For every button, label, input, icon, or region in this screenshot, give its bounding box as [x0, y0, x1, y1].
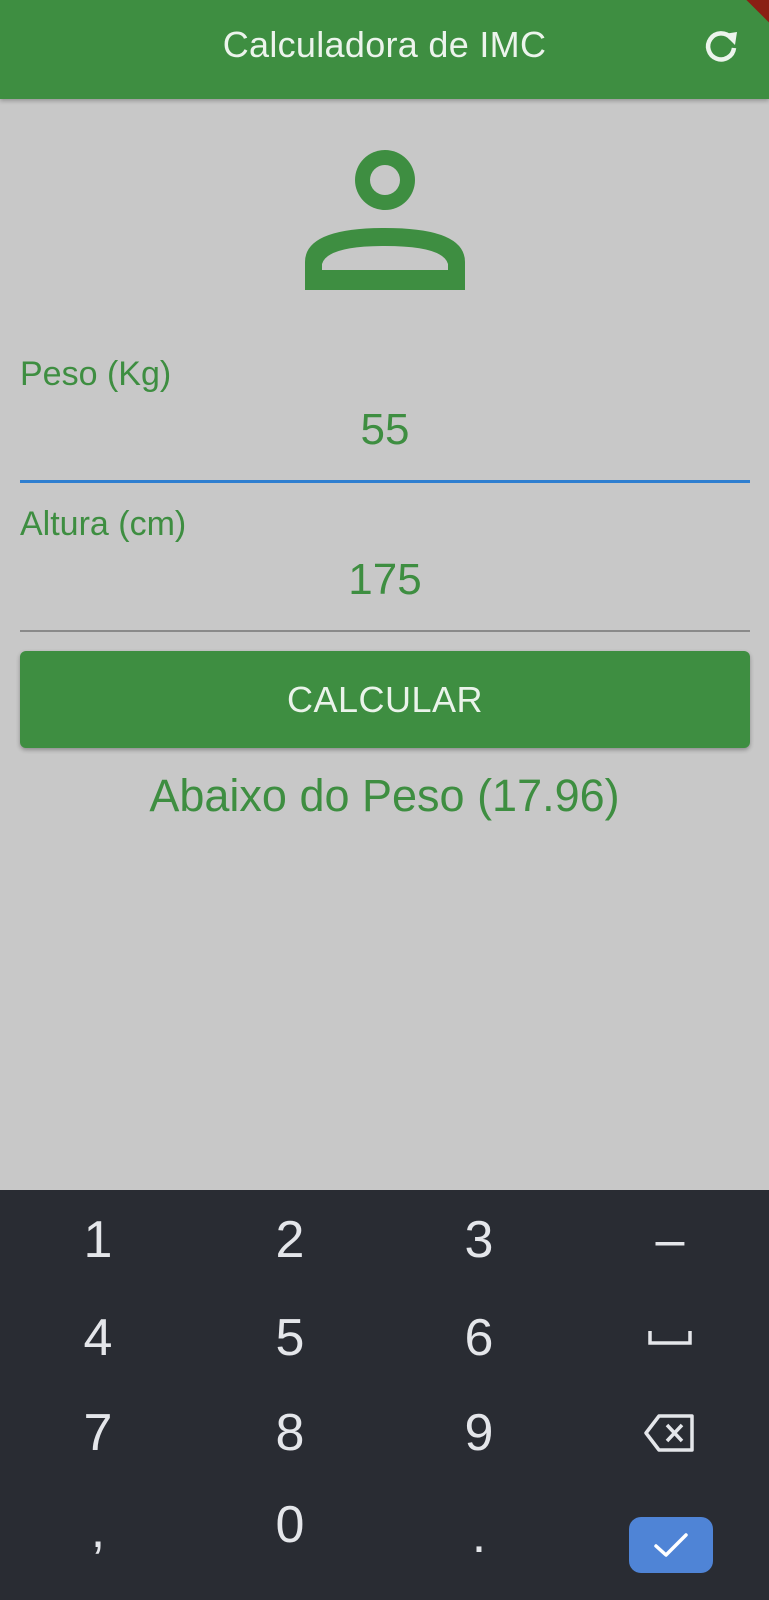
space-icon: [648, 1331, 692, 1345]
key-9[interactable]: 9: [399, 1388, 559, 1478]
key-2[interactable]: 2: [210, 1195, 370, 1285]
app-title: Calculadora de IMC: [222, 24, 547, 65]
check-icon: [654, 1533, 688, 1557]
key-6[interactable]: 6: [399, 1293, 559, 1383]
weight-field[interactable]: Peso (Kg) 55: [20, 355, 750, 485]
key-period[interactable]: .: [399, 1490, 559, 1580]
key-minus[interactable]: –: [590, 1195, 750, 1285]
key-backspace[interactable]: [590, 1388, 750, 1478]
key-0[interactable]: 0: [210, 1480, 370, 1570]
height-underline: [20, 630, 750, 632]
weight-input[interactable]: 55: [20, 405, 750, 455]
height-label: Altura (cm): [20, 505, 187, 543]
height-input[interactable]: 175: [20, 555, 750, 605]
weight-label: Peso (Kg): [20, 355, 172, 393]
height-field[interactable]: Altura (cm) 175: [20, 505, 750, 635]
key-4[interactable]: 4: [18, 1293, 178, 1383]
refresh-button[interactable]: [701, 26, 741, 66]
key-done[interactable]: [629, 1517, 713, 1573]
person-outline-icon: [305, 150, 465, 290]
app-bar: Calculadora de IMC: [0, 0, 769, 99]
key-7[interactable]: 7: [18, 1388, 178, 1478]
key-1[interactable]: 1: [18, 1195, 178, 1285]
refresh-icon: [705, 31, 737, 62]
key-8[interactable]: 8: [210, 1388, 370, 1478]
numeric-keyboard: 1 2 3 – 4 5 6 7 8 9 , 0 .: [0, 1190, 769, 1600]
key-space[interactable]: [590, 1293, 750, 1383]
weight-underline-focused: [20, 480, 750, 483]
key-3[interactable]: 3: [399, 1195, 559, 1285]
key-5[interactable]: 5: [210, 1293, 370, 1383]
key-comma[interactable]: ,: [18, 1485, 178, 1575]
calculate-button[interactable]: CALCULAR: [20, 651, 750, 748]
backspace-icon: [644, 1414, 694, 1452]
bmi-result-text: Abaixo do Peso (17.96): [149, 770, 620, 821]
